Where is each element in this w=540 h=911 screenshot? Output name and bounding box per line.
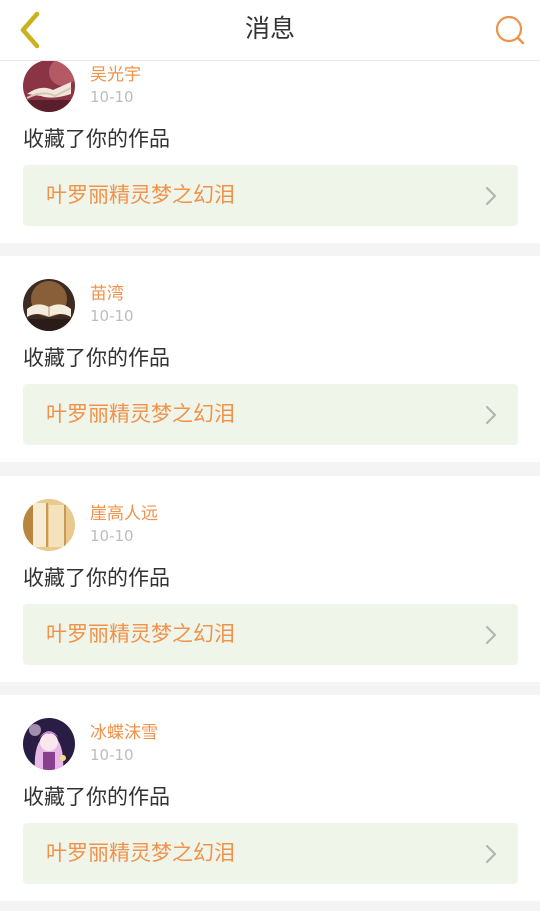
message-card: 崖高人远 10-10 收藏了你的作品 叶罗丽精灵梦之幻泪 bbox=[0, 476, 540, 682]
message-text: 收藏了你的作品 bbox=[23, 127, 170, 151]
work-link[interactable]: 叶罗丽精灵梦之幻泪 bbox=[23, 165, 518, 226]
user-name[interactable]: 吴光宇 bbox=[90, 65, 141, 85]
message-date: 10-10 bbox=[90, 88, 134, 106]
work-link[interactable]: 叶罗丽精灵梦之幻泪 bbox=[23, 823, 518, 884]
message-text: 收藏了你的作品 bbox=[23, 566, 170, 590]
user-avatar[interactable] bbox=[23, 279, 75, 331]
work-title: 叶罗丽精灵梦之幻泪 bbox=[46, 622, 235, 646]
search-button[interactable] bbox=[488, 8, 532, 52]
chevron-right-icon bbox=[485, 625, 497, 645]
user-avatar[interactable] bbox=[23, 718, 75, 770]
top-bar: 消息 bbox=[0, 0, 540, 61]
user-name[interactable]: 崖高人远 bbox=[90, 504, 158, 524]
user-avatar[interactable] bbox=[23, 499, 75, 551]
message-card: 苗湾 10-10 收藏了你的作品 叶罗丽精灵梦之幻泪 bbox=[0, 256, 540, 462]
page-title: 消息 bbox=[244, 14, 295, 43]
chevron-right-icon bbox=[485, 844, 497, 864]
work-link[interactable]: 叶罗丽精灵梦之幻泪 bbox=[23, 384, 518, 445]
work-link[interactable]: 叶罗丽精灵梦之幻泪 bbox=[23, 604, 518, 665]
message-text: 收藏了你的作品 bbox=[23, 346, 170, 370]
message-date: 10-10 bbox=[90, 746, 134, 764]
work-title: 叶罗丽精灵梦之幻泪 bbox=[46, 402, 235, 426]
message-date: 10-10 bbox=[90, 307, 134, 325]
chevron-right-icon bbox=[485, 186, 497, 206]
message-card: 冰蝶沫雪 10-10 收藏了你的作品 叶罗丽精灵梦之幻泪 bbox=[0, 695, 540, 901]
chevron-right-icon bbox=[485, 405, 497, 425]
user-name[interactable]: 苗湾 bbox=[90, 284, 124, 304]
message-card: 吴光宇 10-10 收藏了你的作品 叶罗丽精灵梦之幻泪 bbox=[0, 37, 540, 243]
search-icon bbox=[495, 15, 525, 45]
work-title: 叶罗丽精灵梦之幻泪 bbox=[46, 183, 235, 207]
user-avatar[interactable] bbox=[23, 60, 75, 112]
message-text: 收藏了你的作品 bbox=[23, 785, 170, 809]
user-name[interactable]: 冰蝶沫雪 bbox=[90, 723, 158, 743]
message-date: 10-10 bbox=[90, 527, 134, 545]
work-title: 叶罗丽精灵梦之幻泪 bbox=[46, 841, 235, 865]
